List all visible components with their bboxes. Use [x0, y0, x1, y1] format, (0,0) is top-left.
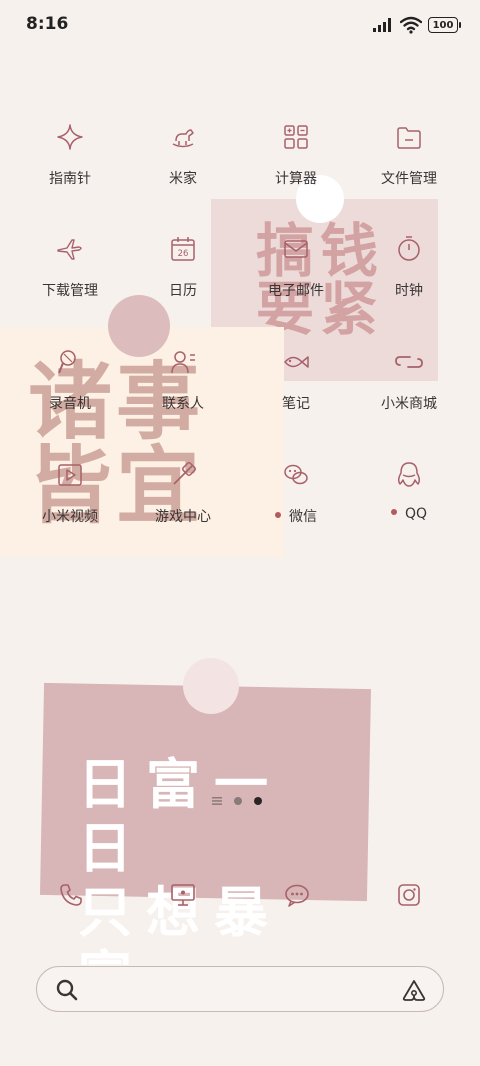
app-label: 游戏中心	[128, 506, 238, 526]
app-wechat-bubbles[interactable]: 微信	[241, 460, 351, 526]
rocking-horse-icon	[168, 122, 198, 152]
app-label: QQ	[354, 506, 464, 522]
app-label-text: 米家	[169, 171, 197, 187]
link-loop-icon	[394, 347, 424, 377]
fish-icon	[281, 347, 311, 377]
app-airplane[interactable]: 下载管理	[15, 234, 125, 300]
app-calendar[interactable]: 26 日历	[128, 234, 238, 300]
stopwatch-icon	[394, 234, 424, 264]
app-label: 时钟	[354, 280, 464, 300]
app-label-text: 时钟	[395, 283, 423, 299]
airplane-icon	[55, 234, 85, 264]
camera-icon[interactable]	[394, 880, 424, 910]
app-label: 小米视频	[15, 506, 125, 526]
app-label: 录音机	[15, 393, 125, 413]
app-contact-card[interactable]: 联系人	[128, 347, 238, 413]
app-label: 日历	[128, 280, 238, 300]
search-icon	[56, 979, 78, 1001]
app-video-play[interactable]: 小米视频	[15, 460, 125, 526]
app-label-text: 游戏中心	[155, 509, 211, 525]
app-label: 文件管理	[354, 168, 464, 188]
signal-icon	[373, 18, 391, 32]
battery-icon: 100	[428, 17, 461, 33]
gamepad-icon	[168, 460, 198, 490]
notification-dot	[390, 509, 397, 515]
qq-penguin-icon	[394, 460, 424, 490]
menu-lines-icon	[212, 797, 222, 805]
app-label: 小米商城	[354, 393, 464, 413]
app-label-text: 计算器	[275, 171, 317, 187]
page-indicator[interactable]	[212, 797, 262, 805]
app-label-text: 小米商城	[381, 396, 437, 412]
app-label: 指南针	[15, 168, 125, 188]
note-pin	[183, 658, 239, 714]
compass-sparkle-icon	[55, 122, 85, 152]
assistant-icon[interactable]	[401, 978, 427, 1002]
app-label: 电子邮件	[241, 280, 351, 300]
page-dot[interactable]	[234, 797, 242, 805]
app-rocking-horse[interactable]: 米家	[128, 122, 238, 188]
app-label-text: 下载管理	[42, 283, 98, 299]
calendar-icon: 26	[168, 234, 198, 264]
app-label: 微信	[241, 506, 351, 526]
calculator-grid-icon	[281, 122, 311, 152]
battery-level: 100	[432, 19, 454, 31]
phone-icon[interactable]	[56, 880, 86, 910]
app-link-loop[interactable]: 小米商城	[354, 347, 464, 413]
app-label-text: 指南针	[49, 171, 91, 187]
wechat-bubbles-icon	[281, 460, 311, 490]
app-microphone[interactable]: 录音机	[15, 347, 125, 413]
app-compass-sparkle[interactable]: 指南针	[15, 122, 125, 188]
app-fish[interactable]: 笔记	[241, 347, 351, 413]
app-label-text: 微信	[289, 509, 317, 525]
app-label: 笔记	[241, 393, 351, 413]
folder-icon	[394, 122, 424, 152]
status-time: 8:16	[26, 14, 69, 34]
page-dot-active[interactable]	[254, 797, 262, 805]
status-icons: 100	[372, 14, 461, 36]
microphone-icon	[55, 347, 85, 377]
app-label-text: 小米视频	[42, 509, 98, 525]
app-label: 计算器	[241, 168, 351, 188]
envelope-icon	[281, 234, 311, 264]
app-label: 米家	[128, 168, 238, 188]
app-label-text: 日历	[169, 283, 197, 299]
sticky-note-line: 日富一日	[78, 752, 282, 880]
notification-dot	[275, 512, 281, 518]
search-bar[interactable]	[36, 966, 444, 1012]
app-stopwatch[interactable]: 时钟	[354, 234, 464, 300]
app-qq-penguin[interactable]: QQ	[354, 460, 464, 522]
calendar-day: 26	[178, 249, 189, 259]
app-calculator-grid[interactable]: 计算器	[241, 122, 351, 188]
wifi-icon	[400, 16, 422, 34]
chat-bubble-icon[interactable]	[282, 880, 312, 910]
app-gamepad[interactable]: 游戏中心	[128, 460, 238, 526]
app-label-text: 文件管理	[381, 171, 437, 187]
app-label-text: 录音机	[49, 396, 91, 412]
search-input[interactable]	[91, 975, 393, 1005]
app-label-text: QQ	[404, 506, 428, 522]
app-label: 下载管理	[15, 280, 125, 300]
video-play-icon	[55, 460, 85, 490]
app-label-text: 联系人	[162, 396, 204, 412]
app-label: 联系人	[128, 393, 238, 413]
monitor-icon[interactable]	[168, 880, 198, 910]
contact-card-icon	[168, 347, 198, 377]
app-label-text: 电子邮件	[268, 283, 324, 299]
app-label-text: 笔记	[282, 396, 310, 412]
app-envelope[interactable]: 电子邮件	[241, 234, 351, 300]
app-folder[interactable]: 文件管理	[354, 122, 464, 188]
